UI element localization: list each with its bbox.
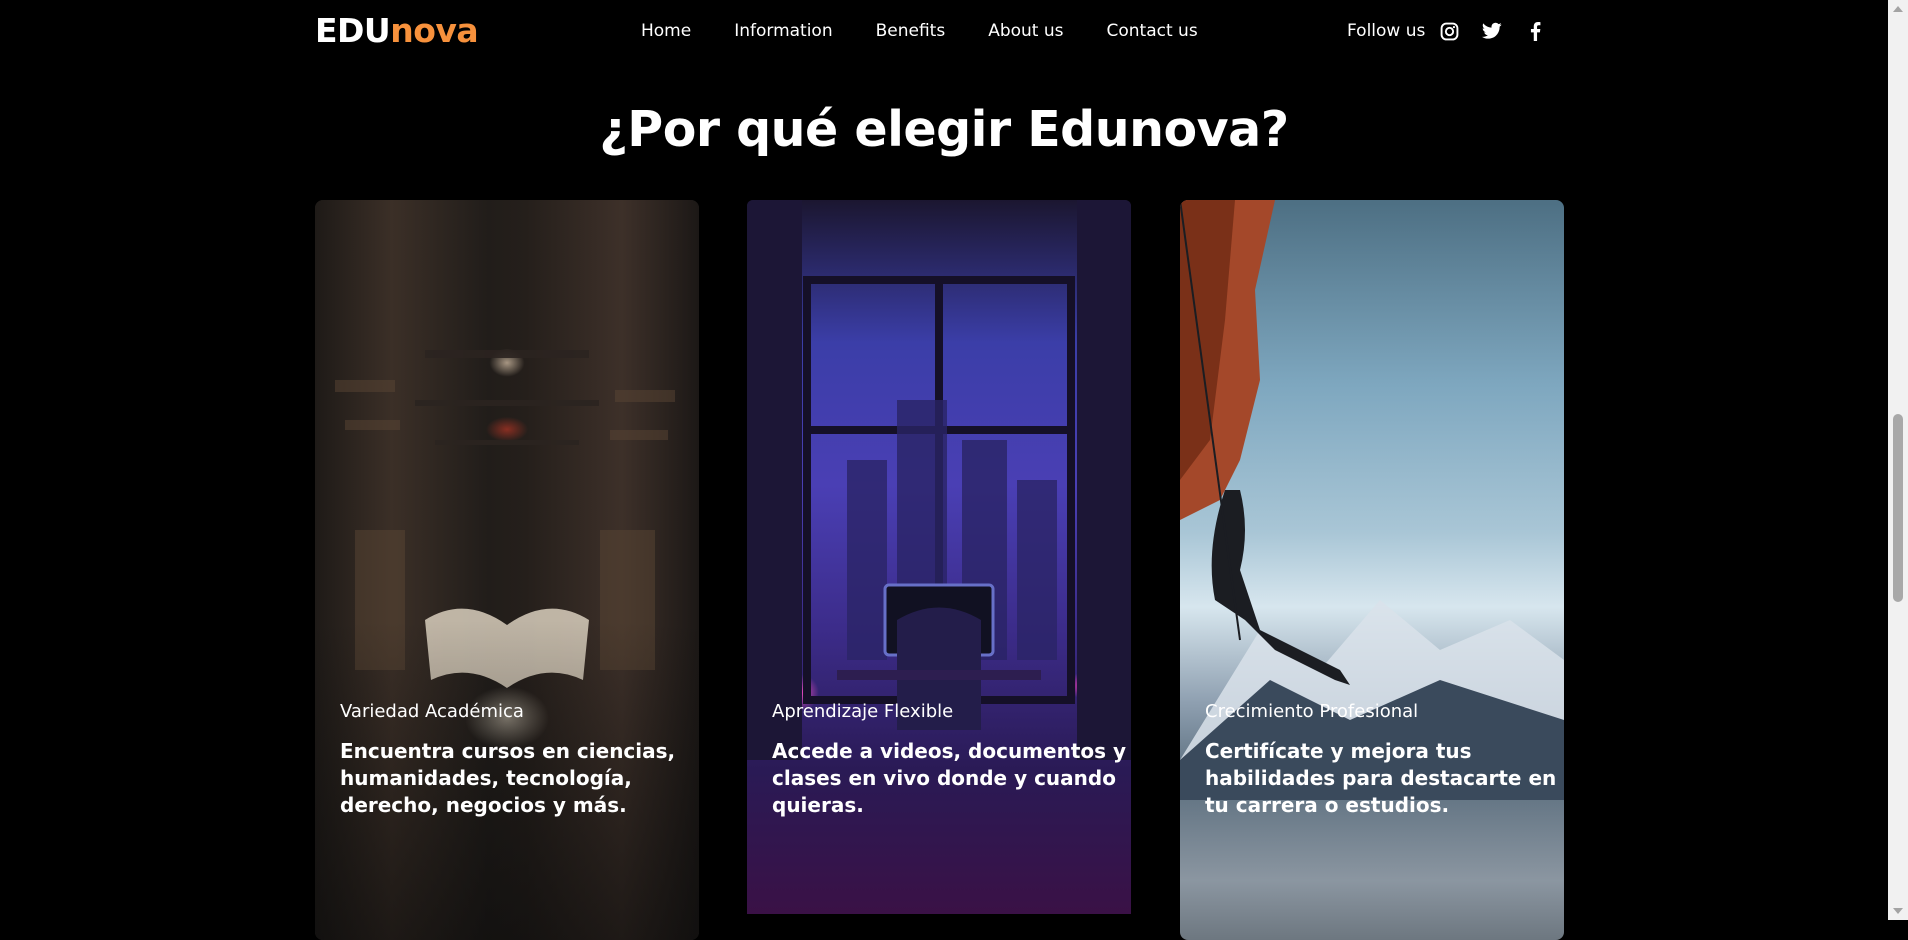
nav-contact-us[interactable]: Contact us: [1107, 19, 1198, 43]
logo-nova: nova: [390, 11, 479, 50]
logo[interactable]: EDUnova: [315, 10, 479, 52]
card-caption: Crecimiento Profesional: [1205, 701, 1419, 722]
nav-about-us[interactable]: About us: [988, 19, 1063, 43]
library-image: [315, 200, 699, 940]
twitter-icon[interactable]: [1481, 20, 1503, 42]
logo-edu: EDU: [315, 11, 391, 50]
card-professional-growth[interactable]: Crecimiento Profesional Certifícate y me…: [1180, 200, 1564, 940]
card-academic-variety[interactable]: Variedad Académica Encuentra cursos en c…: [315, 200, 699, 940]
nav-benefits[interactable]: Benefits: [876, 19, 946, 43]
nav-home[interactable]: Home: [641, 19, 691, 43]
main-nav: Home Information Benefits About us Conta…: [641, 19, 1241, 43]
card-text: Crecimiento Profesional Certifícate y me…: [1205, 700, 1560, 819]
card-caption: Variedad Académica: [340, 701, 524, 722]
facebook-icon[interactable]: [1524, 20, 1546, 42]
site-header: EDUnova Home Information Benefits About …: [0, 0, 1888, 62]
card-description: Accede a videos, documentos y clases en …: [772, 739, 1127, 817]
card-caption: Aprendizaje Flexible: [772, 701, 954, 722]
instagram-icon[interactable]: [1438, 20, 1460, 42]
scrollbar[interactable]: [1888, 0, 1908, 920]
card-description: Encuentra cursos en ciencias, humanidade…: [340, 739, 676, 817]
section-title: ¿Por qué elegir Edunova?: [599, 100, 1289, 158]
card-text: Variedad Académica Encuentra cursos en c…: [340, 700, 695, 819]
scrollbar-thumb[interactable]: [1893, 414, 1903, 602]
scroll-down-arrow-icon[interactable]: [1893, 908, 1903, 914]
card-description: Certifícate y mejora tus habilidades par…: [1205, 739, 1557, 817]
follow-us-label: Follow us: [1347, 21, 1426, 41]
card-flexible-learning[interactable]: Aprendizaje Flexible Accede a videos, do…: [747, 200, 1131, 914]
scroll-up-arrow-icon[interactable]: [1893, 6, 1903, 12]
nav-information[interactable]: Information: [734, 19, 832, 43]
card-text: Aprendizaje Flexible Accede a videos, do…: [772, 700, 1127, 819]
climber-image: [1180, 200, 1564, 940]
